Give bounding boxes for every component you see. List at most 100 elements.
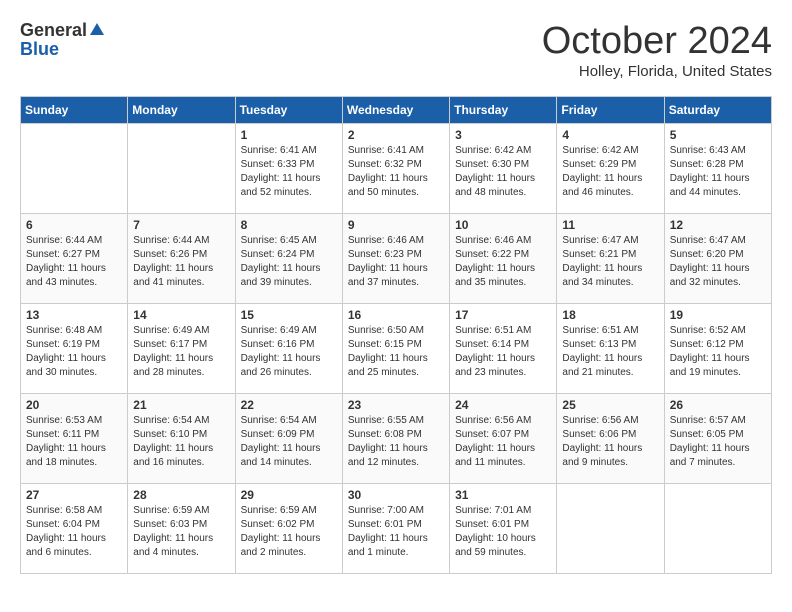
day-number: 25: [562, 398, 658, 412]
day-number: 15: [241, 308, 337, 322]
day-info: Sunrise: 7:01 AM Sunset: 6:01 PM Dayligh…: [455, 504, 551, 560]
day-info: Sunrise: 6:54 AM Sunset: 6:09 PM Dayligh…: [241, 414, 337, 470]
calendar-cell: 9 Sunrise: 6:46 AM Sunset: 6:23 PM Daylig…: [342, 214, 449, 304]
day-number: 10: [455, 218, 551, 232]
calendar-week-row: 20 Sunrise: 6:53 AM Sunset: 6:11 PM Dayli…: [21, 394, 772, 484]
calendar-cell: 20 Sunrise: 6:53 AM Sunset: 6:11 PM Dayli…: [21, 394, 128, 484]
calendar-cell: 5 Sunrise: 6:43 AM Sunset: 6:28 PM Daylig…: [664, 124, 771, 214]
day-info: Sunrise: 6:48 AM Sunset: 6:19 PM Dayligh…: [26, 324, 122, 380]
calendar-week-row: 13 Sunrise: 6:48 AM Sunset: 6:19 PM Dayli…: [21, 304, 772, 394]
location: Holley, Florida, United States: [542, 63, 772, 80]
day-number: 9: [348, 218, 444, 232]
header-friday: Friday: [557, 97, 664, 124]
title-block: October 2024 Holley, Florida, United Sta…: [542, 20, 772, 80]
day-info: Sunrise: 6:47 AM Sunset: 6:21 PM Dayligh…: [562, 234, 658, 290]
calendar-cell: 7 Sunrise: 6:44 AM Sunset: 6:26 PM Daylig…: [128, 214, 235, 304]
day-info: Sunrise: 6:57 AM Sunset: 6:05 PM Dayligh…: [670, 414, 766, 470]
day-number: 19: [670, 308, 766, 322]
day-number: 7: [133, 218, 229, 232]
calendar-cell: 10 Sunrise: 6:46 AM Sunset: 6:22 PM Dayli…: [450, 214, 557, 304]
day-info: Sunrise: 6:58 AM Sunset: 6:04 PM Dayligh…: [26, 504, 122, 560]
calendar-cell: 12 Sunrise: 6:47 AM Sunset: 6:20 PM Dayli…: [664, 214, 771, 304]
calendar-cell: 30 Sunrise: 7:00 AM Sunset: 6:01 PM Dayli…: [342, 484, 449, 574]
day-info: Sunrise: 6:56 AM Sunset: 6:07 PM Dayligh…: [455, 414, 551, 470]
day-info: Sunrise: 6:59 AM Sunset: 6:03 PM Dayligh…: [133, 504, 229, 560]
header-saturday: Saturday: [664, 97, 771, 124]
day-info: Sunrise: 6:56 AM Sunset: 6:06 PM Dayligh…: [562, 414, 658, 470]
day-info: Sunrise: 6:49 AM Sunset: 6:17 PM Dayligh…: [133, 324, 229, 380]
calendar-week-row: 6 Sunrise: 6:44 AM Sunset: 6:27 PM Daylig…: [21, 214, 772, 304]
day-info: Sunrise: 6:47 AM Sunset: 6:20 PM Dayligh…: [670, 234, 766, 290]
day-number: 28: [133, 488, 229, 502]
day-number: 26: [670, 398, 766, 412]
calendar-cell: 19 Sunrise: 6:52 AM Sunset: 6:12 PM Dayli…: [664, 304, 771, 394]
calendar-cell: 8Sunrise: 6:45 AM Sunset: 6:24 PM Daylig…: [235, 214, 342, 304]
calendar-cell: 21 Sunrise: 6:54 AM Sunset: 6:10 PM Dayli…: [128, 394, 235, 484]
day-number: 4: [562, 128, 658, 142]
calendar-cell: 17 Sunrise: 6:51 AM Sunset: 6:14 PM Dayli…: [450, 304, 557, 394]
calendar-cell: 6 Sunrise: 6:44 AM Sunset: 6:27 PM Daylig…: [21, 214, 128, 304]
calendar-cell: 2Sunrise: 6:41 AM Sunset: 6:32 PM Daylig…: [342, 124, 449, 214]
calendar-cell: 31Sunrise: 7:01 AM Sunset: 6:01 PM Dayli…: [450, 484, 557, 574]
header-sunday: Sunday: [21, 97, 128, 124]
day-number: 17: [455, 308, 551, 322]
day-info: Sunrise: 6:46 AM Sunset: 6:23 PM Dayligh…: [348, 234, 444, 290]
day-number: 24: [455, 398, 551, 412]
calendar-cell: [557, 484, 664, 574]
day-info: Sunrise: 6:42 AM Sunset: 6:29 PM Dayligh…: [562, 144, 658, 200]
day-info: Sunrise: 6:49 AM Sunset: 6:16 PM Dayligh…: [241, 324, 337, 380]
day-info: Sunrise: 6:42 AM Sunset: 6:30 PM Dayligh…: [455, 144, 551, 200]
day-number: 14: [133, 308, 229, 322]
header-thursday: Thursday: [450, 97, 557, 124]
calendar-week-row: 1 Sunrise: 6:41 AM Sunset: 6:33 PM Daylig…: [21, 124, 772, 214]
day-number: 6: [26, 218, 122, 232]
calendar-cell: 14 Sunrise: 6:49 AM Sunset: 6:17 PM Dayli…: [128, 304, 235, 394]
day-number: 1: [241, 128, 337, 142]
day-number: 29: [241, 488, 337, 502]
day-number: 13: [26, 308, 122, 322]
day-number: 22: [241, 398, 337, 412]
header-monday: Monday: [128, 97, 235, 124]
calendar-cell: 16 Sunrise: 6:50 AM Sunset: 6:15 PM Dayli…: [342, 304, 449, 394]
day-number: 5: [670, 128, 766, 142]
logo-blue-text: Blue: [20, 39, 59, 60]
day-info: Sunrise: 6:52 AM Sunset: 6:12 PM Dayligh…: [670, 324, 766, 380]
page-header: General Blue October 2024 Holley, Florid…: [20, 20, 772, 80]
calendar-cell: 29Sunrise: 6:59 AM Sunset: 6:02 PM Dayli…: [235, 484, 342, 574]
header-tuesday: Tuesday: [235, 97, 342, 124]
day-info: Sunrise: 6:55 AM Sunset: 6:08 PM Dayligh…: [348, 414, 444, 470]
calendar-cell: 3 Sunrise: 6:42 AM Sunset: 6:30 PM Daylig…: [450, 124, 557, 214]
calendar-table: SundayMondayTuesdayWednesdayThursdayFrid…: [20, 96, 772, 574]
day-number: 23: [348, 398, 444, 412]
day-number: 12: [670, 218, 766, 232]
day-info: Sunrise: 6:54 AM Sunset: 6:10 PM Dayligh…: [133, 414, 229, 470]
day-info: Sunrise: 6:44 AM Sunset: 6:27 PM Dayligh…: [26, 234, 122, 290]
day-info: Sunrise: 6:43 AM Sunset: 6:28 PM Dayligh…: [670, 144, 766, 200]
day-info: Sunrise: 6:41 AM Sunset: 6:33 PM Dayligh…: [241, 144, 337, 200]
calendar-cell: [128, 124, 235, 214]
day-info: Sunrise: 6:50 AM Sunset: 6:15 PM Dayligh…: [348, 324, 444, 380]
day-number: 11: [562, 218, 658, 232]
day-info: Sunrise: 6:51 AM Sunset: 6:14 PM Dayligh…: [455, 324, 551, 380]
day-info: Sunrise: 6:41 AM Sunset: 6:32 PM Dayligh…: [348, 144, 444, 200]
calendar-cell: 27 Sunrise: 6:58 AM Sunset: 6:04 PM Dayli…: [21, 484, 128, 574]
header-wednesday: Wednesday: [342, 97, 449, 124]
day-number: 20: [26, 398, 122, 412]
day-number: 27: [26, 488, 122, 502]
calendar-cell: 13 Sunrise: 6:48 AM Sunset: 6:19 PM Dayli…: [21, 304, 128, 394]
day-number: 3: [455, 128, 551, 142]
calendar-cell: 18Sunrise: 6:51 AM Sunset: 6:13 PM Dayli…: [557, 304, 664, 394]
day-info: Sunrise: 7:00 AM Sunset: 6:01 PM Dayligh…: [348, 504, 444, 560]
logo-general-text: General: [20, 20, 87, 41]
day-info: Sunrise: 6:53 AM Sunset: 6:11 PM Dayligh…: [26, 414, 122, 470]
day-number: 21: [133, 398, 229, 412]
day-info: Sunrise: 6:46 AM Sunset: 6:22 PM Dayligh…: [455, 234, 551, 290]
calendar-cell: 22 Sunrise: 6:54 AM Sunset: 6:09 PM Dayli…: [235, 394, 342, 484]
calendar-cell: 28 Sunrise: 6:59 AM Sunset: 6:03 PM Dayli…: [128, 484, 235, 574]
day-number: 16: [348, 308, 444, 322]
day-info: Sunrise: 6:44 AM Sunset: 6:26 PM Dayligh…: [133, 234, 229, 290]
day-info: Sunrise: 6:51 AM Sunset: 6:13 PM Dayligh…: [562, 324, 658, 380]
calendar-cell: 23 Sunrise: 6:55 AM Sunset: 6:08 PM Dayli…: [342, 394, 449, 484]
calendar-cell: 1 Sunrise: 6:41 AM Sunset: 6:33 PM Daylig…: [235, 124, 342, 214]
day-number: 30: [348, 488, 444, 502]
